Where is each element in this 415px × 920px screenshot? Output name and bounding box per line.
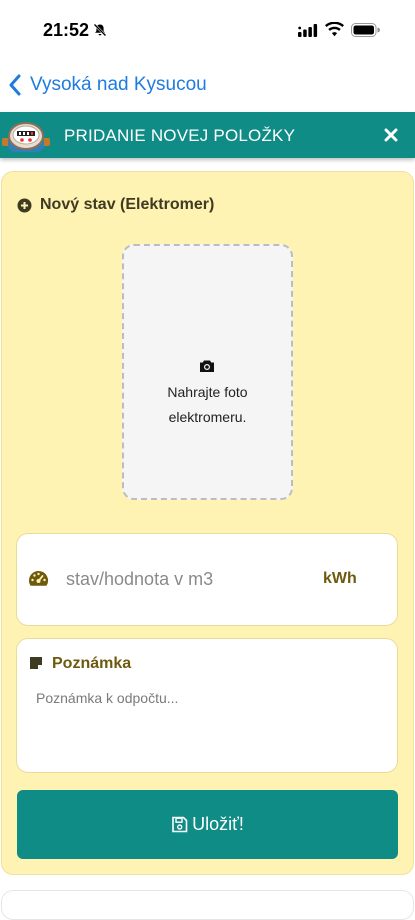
save-button[interactable]: Uložiť! xyxy=(17,790,398,859)
modal-title: PRIDANIE NOVEJ POLOŽKY xyxy=(64,126,296,145)
value-input[interactable] xyxy=(66,563,306,595)
water-meter-icon xyxy=(2,122,50,152)
section-title: Nový stav (Elektromer) xyxy=(17,196,214,214)
back-label: Vysoká nad Kysucou xyxy=(30,74,207,95)
back-button[interactable]: Vysoká nad Kysucou xyxy=(8,74,207,96)
bell-slash-icon xyxy=(93,23,107,37)
note-input[interactable] xyxy=(36,690,381,760)
photo-upload-text: Nahrajte foto elektromeru. xyxy=(122,380,293,430)
navigation-bar: Vysoká nad Kysucou xyxy=(0,62,415,112)
chevron-left-icon xyxy=(9,74,21,96)
photo-upload-line1: Nahrajte foto xyxy=(167,384,248,400)
unit-label: kWh xyxy=(323,570,357,587)
plus-circle-icon xyxy=(17,198,32,212)
note-label: Poznámka xyxy=(52,655,132,672)
section-title-text: Nový stav (Elektromer) xyxy=(40,196,215,213)
camera-icon xyxy=(200,360,214,372)
close-button[interactable] xyxy=(381,124,401,146)
status-time: 21:52 xyxy=(43,20,90,40)
save-label: Uložiť! xyxy=(192,814,244,834)
cellular-signal-icon xyxy=(298,24,318,37)
wifi-icon xyxy=(325,22,344,37)
photo-upload-line2: elektromeru. xyxy=(168,409,247,425)
note-icon xyxy=(30,657,42,669)
battery-icon xyxy=(351,23,380,37)
close-icon xyxy=(384,128,398,142)
save-icon xyxy=(172,816,188,833)
status-bar: 21:52 xyxy=(0,0,415,62)
gauge-icon xyxy=(29,571,49,586)
next-card xyxy=(1,890,414,920)
